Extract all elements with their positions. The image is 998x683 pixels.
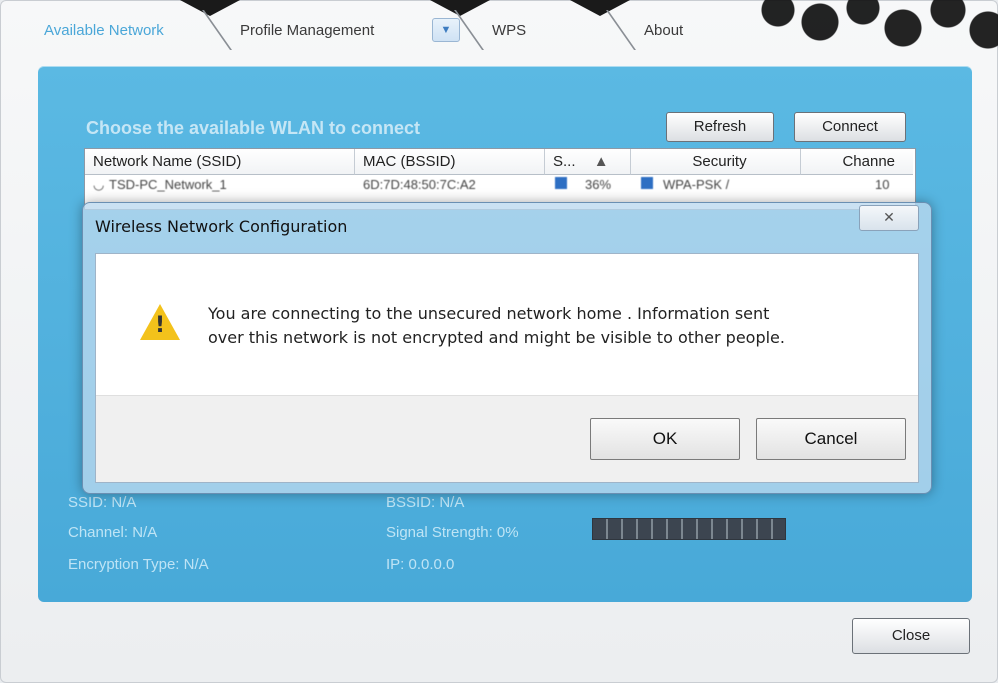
wireless-config-dialog: Wireless Network Configuration ✕ ! You a… [82, 202, 932, 494]
cell-channel: 10 [875, 177, 890, 192]
cell-mac: 6D:7D:48:50:7C:A2 [363, 177, 476, 192]
tab-bar: Available Network Profile Management ▼ W… [0, 0, 998, 60]
connect-button[interactable]: Connect [794, 112, 906, 142]
tab-label: WPS [492, 22, 527, 39]
wifi-icon: ◡ [93, 177, 105, 192]
tab-profile-management[interactable]: Profile Management [201, 10, 388, 50]
info-bssid: BSSID: N/A [386, 494, 465, 511]
info-channel: Channel: N/A [68, 524, 158, 541]
message-line: You are connecting to the unsecured netw… [208, 304, 770, 323]
table-row[interactable]: ◡ TSD-PC_Network_1 6D:7D:48:50:7C:A2 36%… [85, 177, 915, 197]
column-header-signal[interactable]: S... ▲ [545, 149, 631, 175]
network-table: Network Name (SSID) MAC (BSSID) S... ▲ S… [84, 148, 916, 210]
ok-button[interactable]: OK [590, 418, 740, 460]
warning-exclamation: ! [155, 313, 166, 338]
column-header-security[interactable]: Security [631, 149, 801, 175]
column-header-ssid[interactable]: Network Name (SSID) [85, 149, 355, 175]
dialog-body: ! You are connecting to the unsecured ne… [95, 253, 919, 483]
tab-about[interactable]: About [605, 10, 697, 50]
filter-icon[interactable]: ▼ [432, 18, 460, 42]
tab-wps[interactable]: WPS [453, 10, 540, 50]
close-button[interactable]: Close [852, 618, 970, 654]
cell-ssid: TSD-PC_Network_1 [109, 177, 227, 192]
info-ssid: SSID: N/A [68, 494, 137, 511]
cell-signal: 36% [585, 177, 612, 192]
tab-label: Profile Management [240, 22, 375, 39]
panel-title: Choose the available WLAN to connect [86, 118, 421, 138]
cell-security: WPA-PSK / [663, 177, 730, 192]
signal-strength-meter [592, 518, 786, 540]
message-line: over this network is not encrypted and m… [208, 328, 785, 347]
tab-available-network[interactable]: Available Network [30, 14, 178, 48]
column-label: S... [553, 153, 576, 170]
close-icon[interactable]: ✕ [859, 205, 919, 231]
dialog-title: Wireless Network Configuration [95, 217, 348, 236]
refresh-button[interactable]: Refresh [666, 112, 774, 142]
info-encryption: Encryption Type: N/A [68, 556, 209, 573]
signal-bar-icon [555, 177, 567, 189]
sort-ascending-icon: ▲ [593, 153, 609, 170]
column-header-mac[interactable]: MAC (BSSID) [355, 149, 545, 175]
lock-icon [641, 177, 653, 189]
info-signal-strength: Signal Strength: 0% [386, 524, 519, 541]
info-ip: IP: 0.0.0.0 [386, 556, 455, 573]
app-window: Available Network Profile Management ▼ W… [0, 0, 998, 683]
decorative-pattern [748, 0, 998, 58]
column-header-channel[interactable]: Channe [801, 149, 913, 175]
tab-label: About [644, 22, 684, 39]
dialog-message: You are connecting to the unsecured netw… [208, 302, 868, 350]
cancel-button[interactable]: Cancel [756, 418, 906, 460]
